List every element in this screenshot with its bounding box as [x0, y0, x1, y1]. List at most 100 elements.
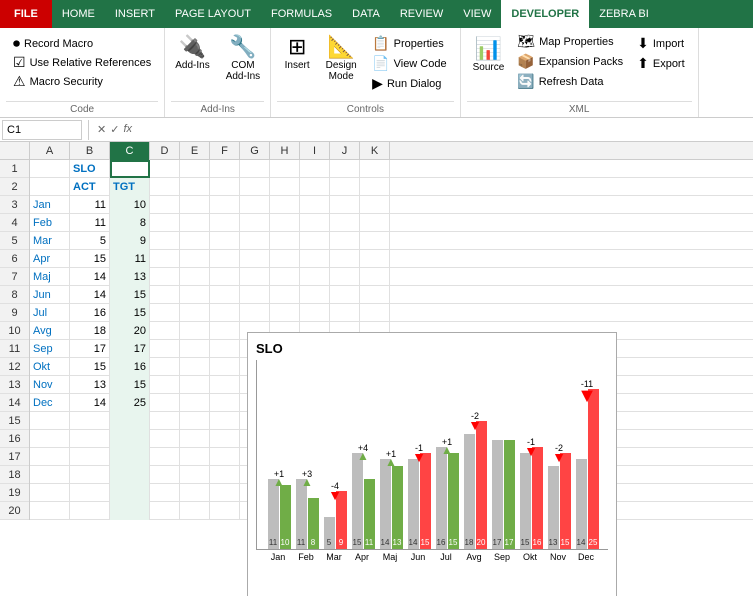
cell-E10[interactable]	[180, 322, 210, 340]
cell-E12[interactable]	[180, 358, 210, 376]
row-num-6[interactable]: 6	[0, 250, 29, 268]
col-header-d[interactable]: D	[150, 142, 180, 160]
cell-A10[interactable]: Avg	[30, 322, 70, 340]
row-num-15[interactable]: 15	[0, 412, 29, 430]
cell-I5[interactable]	[300, 232, 330, 250]
cell-C12[interactable]: 16	[110, 358, 150, 376]
com-addins-button[interactable]: 🔧 COM Add-Ins	[222, 32, 264, 84]
cell-K7[interactable]	[360, 268, 390, 286]
row-num-18[interactable]: 18	[0, 466, 29, 484]
cell-C3[interactable]: 10	[110, 196, 150, 214]
macro-security-button[interactable]: ⚠ Macro Security	[10, 72, 154, 91]
cell-F2[interactable]	[210, 178, 240, 196]
cell-C1[interactable]	[110, 160, 150, 178]
tab-page-layout[interactable]: PAGE LAYOUT	[165, 0, 261, 28]
cell-H6[interactable]	[270, 250, 300, 268]
cell-B15[interactable]	[70, 412, 110, 430]
cell-D18[interactable]	[150, 466, 180, 484]
cell-C15[interactable]	[110, 412, 150, 430]
cell-A15[interactable]	[30, 412, 70, 430]
tab-view[interactable]: VIEW	[453, 0, 501, 28]
cell-F3[interactable]	[210, 196, 240, 214]
cell-C18[interactable]	[110, 466, 150, 484]
cell-F5[interactable]	[210, 232, 240, 250]
cell-B4[interactable]: 11	[70, 214, 110, 232]
cell-D10[interactable]	[150, 322, 180, 340]
cell-F19[interactable]	[210, 484, 240, 502]
cell-F12[interactable]	[210, 358, 240, 376]
cell-E11[interactable]	[180, 340, 210, 358]
cell-G4[interactable]	[240, 214, 270, 232]
cell-D13[interactable]	[150, 376, 180, 394]
cell-I3[interactable]	[300, 196, 330, 214]
confirm-icon[interactable]: ✓	[110, 123, 119, 136]
tab-insert[interactable]: INSERT	[105, 0, 165, 28]
cell-C8[interactable]: 15	[110, 286, 150, 304]
cell-D8[interactable]	[150, 286, 180, 304]
cell-H5[interactable]	[270, 232, 300, 250]
cell-G6[interactable]	[240, 250, 270, 268]
col-header-e[interactable]: E	[180, 142, 210, 160]
properties-button[interactable]: 📋 Properties	[369, 34, 449, 53]
cell-D14[interactable]	[150, 394, 180, 412]
cell-A7[interactable]: Maj	[30, 268, 70, 286]
cell-D19[interactable]	[150, 484, 180, 502]
cell-C5[interactable]: 9	[110, 232, 150, 250]
export-button[interactable]: ⬆ Export	[634, 54, 688, 73]
cell-B18[interactable]	[70, 466, 110, 484]
source-button[interactable]: 📊 Source	[467, 32, 511, 77]
cell-E15[interactable]	[180, 412, 210, 430]
insert-control-button[interactable]: ⊞ Insert	[277, 32, 317, 73]
cell-F16[interactable]	[210, 430, 240, 448]
tab-zebra-bi[interactable]: ZEBRA BI	[589, 0, 659, 28]
row-num-8[interactable]: 8	[0, 286, 29, 304]
row-num-3[interactable]: 3	[0, 196, 29, 214]
cell-K1[interactable]	[360, 160, 390, 178]
cell-B1[interactable]: SLO	[70, 160, 110, 178]
cell-E3[interactable]	[180, 196, 210, 214]
cell-C11[interactable]: 17	[110, 340, 150, 358]
cell-J1[interactable]	[330, 160, 360, 178]
cell-J6[interactable]	[330, 250, 360, 268]
cell-C16[interactable]	[110, 430, 150, 448]
cell-J8[interactable]	[330, 286, 360, 304]
cancel-icon[interactable]: ✕	[97, 123, 106, 136]
row-num-4[interactable]: 4	[0, 214, 29, 232]
cell-A17[interactable]	[30, 448, 70, 466]
addins-button[interactable]: 🔌 Add-Ins	[171, 32, 213, 73]
cell-B7[interactable]: 14	[70, 268, 110, 286]
cell-H8[interactable]	[270, 286, 300, 304]
cell-K6[interactable]	[360, 250, 390, 268]
cell-A4[interactable]: Feb	[30, 214, 70, 232]
cell-B16[interactable]	[70, 430, 110, 448]
cell-D4[interactable]	[150, 214, 180, 232]
run-dialog-button[interactable]: ▶ Run Dialog	[369, 74, 449, 93]
tab-review[interactable]: REVIEW	[390, 0, 453, 28]
cell-C13[interactable]: 15	[110, 376, 150, 394]
cell-D2[interactable]	[150, 178, 180, 196]
cell-E6[interactable]	[180, 250, 210, 268]
cell-A6[interactable]: Apr	[30, 250, 70, 268]
cell-E2[interactable]	[180, 178, 210, 196]
tab-data[interactable]: DATA	[342, 0, 390, 28]
cell-D16[interactable]	[150, 430, 180, 448]
cell-G1[interactable]	[240, 160, 270, 178]
cell-F10[interactable]	[210, 322, 240, 340]
cell-E8[interactable]	[180, 286, 210, 304]
row-num-13[interactable]: 13	[0, 376, 29, 394]
cell-D1[interactable]	[150, 160, 180, 178]
name-box[interactable]	[2, 120, 82, 140]
cell-A16[interactable]	[30, 430, 70, 448]
cell-K2[interactable]	[360, 178, 390, 196]
cell-A9[interactable]: Jul	[30, 304, 70, 322]
cell-F8[interactable]	[210, 286, 240, 304]
row-num-1[interactable]: 1	[0, 160, 29, 178]
cell-A3[interactable]: Jan	[30, 196, 70, 214]
cell-C14[interactable]: 25	[110, 394, 150, 412]
cell-F17[interactable]	[210, 448, 240, 466]
cell-D15[interactable]	[150, 412, 180, 430]
row-num-14[interactable]: 14	[0, 394, 29, 412]
map-properties-button[interactable]: 🗺 Map Properties	[514, 32, 626, 51]
cell-E5[interactable]	[180, 232, 210, 250]
cell-F9[interactable]	[210, 304, 240, 322]
